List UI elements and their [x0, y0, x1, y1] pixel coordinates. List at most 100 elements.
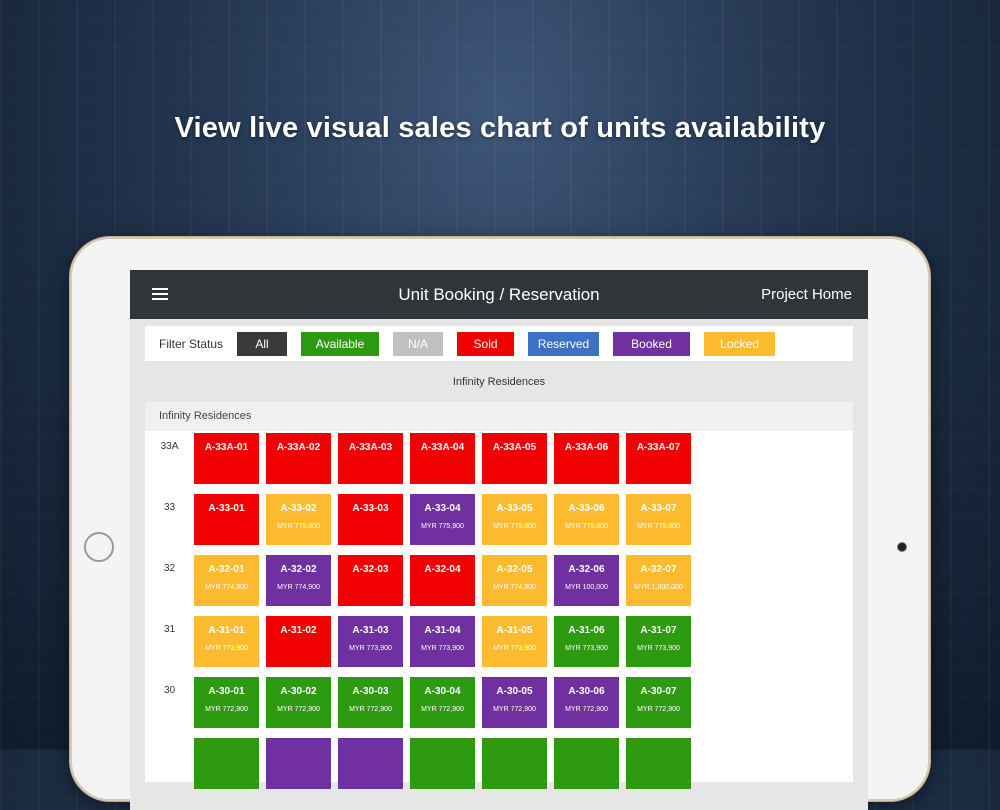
- unit-code: A-33A-06: [564, 442, 609, 453]
- unit-cell[interactable]: A-32-06 MYR 100,000: [554, 555, 619, 606]
- unit-code: A-30-03: [352, 686, 389, 697]
- unit-cell[interactable]: A-30-02 MYR 772,900: [266, 677, 331, 728]
- filter-chip-reserved[interactable]: Reserved: [528, 331, 600, 356]
- unit-cell[interactable]: A-30-05 MYR 772,900: [482, 677, 547, 728]
- unit-price: MYR 772,900: [205, 706, 248, 713]
- unit-cell[interactable]: A-33-03: [338, 494, 403, 545]
- unit-cell[interactable]: [338, 738, 403, 789]
- unit-cell[interactable]: A-32-02 MYR 774,900: [266, 555, 331, 606]
- unit-code: A-32-01: [208, 564, 245, 575]
- app-bar: Unit Booking / Reservation Project Home: [130, 270, 868, 319]
- unit-cell[interactable]: A-30-03 MYR 772,900: [338, 677, 403, 728]
- unit-cell[interactable]: A-33-05 MYR 775,900: [482, 494, 547, 545]
- unit-code: A-33A-01: [204, 442, 249, 453]
- unit-cell[interactable]: A-33A-07: [626, 433, 691, 484]
- unit-code: A-33-07: [640, 503, 677, 514]
- unit-cell[interactable]: A-33A-06: [554, 433, 619, 484]
- filter-status-label: Filter Status: [159, 336, 224, 351]
- unit-code: A-30-07: [640, 686, 677, 697]
- filter-chip-n-a[interactable]: N/A: [393, 331, 444, 356]
- floor-label: 30: [163, 685, 176, 696]
- filter-chip-all[interactable]: All: [237, 331, 288, 356]
- project-home-link[interactable]: Project Home: [761, 286, 852, 303]
- home-button[interactable]: [84, 532, 114, 562]
- unit-cell[interactable]: A-31-02: [266, 616, 331, 667]
- unit-code: A-33A-03: [348, 442, 393, 453]
- unit-code: A-32-03: [352, 564, 389, 575]
- unit-code: A-30-02: [280, 686, 317, 697]
- floor-row: 30 A-30-01 MYR 772,900 A-30-02 MYR 772,900 A-…: [145, 675, 853, 736]
- floor-label: 32: [163, 563, 176, 574]
- unit-price: MYR 775,900: [565, 523, 608, 530]
- unit-cell[interactable]: A-31-05 MYR 773,900: [482, 616, 547, 667]
- unit-code: A-33-05: [496, 503, 533, 514]
- unit-cell[interactable]: A-33A-05: [482, 433, 547, 484]
- unit-cell[interactable]: A-33A-02: [266, 433, 331, 484]
- filter-chip-booked[interactable]: Booked: [613, 331, 691, 356]
- unit-price: MYR 773,900: [493, 645, 536, 652]
- unit-code: A-32-04: [424, 564, 461, 575]
- app-screen: Unit Booking / Reservation Project Home …: [130, 270, 868, 810]
- unit-cell[interactable]: A-33A-01: [194, 433, 259, 484]
- unit-cell[interactable]: A-32-01 MYR 774,900: [194, 555, 259, 606]
- unit-cell[interactable]: A-30-01 MYR 772,900: [194, 677, 259, 728]
- unit-code: A-33-04: [424, 503, 461, 514]
- filter-chip-available[interactable]: Available: [301, 331, 380, 356]
- unit-price: MYR 775,900: [637, 523, 680, 530]
- unit-cell[interactable]: [194, 738, 259, 789]
- unit-cell[interactable]: A-33A-04: [410, 433, 475, 484]
- unit-cell[interactable]: [554, 738, 619, 789]
- unit-cell[interactable]: A-31-04 MYR 773,900: [410, 616, 475, 667]
- unit-cell[interactable]: A-33-07 MYR 775,900: [626, 494, 691, 545]
- unit-cell[interactable]: A-30-07 MYR 772,900: [626, 677, 691, 728]
- unit-cell[interactable]: A-33-04 MYR 775,900: [410, 494, 475, 545]
- unit-code: [266, 738, 331, 747]
- unit-cell[interactable]: A-31-01 MYR 773,900: [194, 616, 259, 667]
- unit-code: A-32-06: [568, 564, 605, 575]
- unit-cell[interactable]: A-32-05 MYR 774,900: [482, 555, 547, 606]
- unit-cell[interactable]: [482, 738, 547, 789]
- unit-cell[interactable]: A-33-06 MYR 775,900: [554, 494, 619, 545]
- floor-label: 31: [163, 624, 176, 635]
- unit-cell[interactable]: A-30-04 MYR 772,900: [410, 677, 475, 728]
- camera-icon: [898, 543, 906, 551]
- unit-code: A-30-01: [208, 686, 245, 697]
- unit-cell[interactable]: A-33-01: [194, 494, 259, 545]
- page-title: Unit Booking / Reservation: [398, 284, 600, 304]
- unit-code: A-30-05: [496, 686, 533, 697]
- floor-label: 33: [163, 502, 176, 513]
- unit-code: A-30-06: [568, 686, 605, 697]
- unit-code: A-33A-07: [636, 442, 681, 453]
- unit-cell[interactable]: [266, 738, 331, 789]
- unit-cell[interactable]: A-30-06 MYR 772,900: [554, 677, 619, 728]
- panel-title: Infinity Residences: [145, 402, 853, 431]
- unit-price: MYR 773,900: [637, 645, 680, 652]
- unit-code: [482, 738, 547, 747]
- unit-price: MYR 775,900: [493, 523, 536, 530]
- unit-price: MYR 773,900: [565, 645, 608, 652]
- unit-code: A-32-02: [280, 564, 317, 575]
- unit-price: MYR 775,900: [421, 523, 464, 530]
- unit-code: [554, 738, 619, 747]
- unit-cell[interactable]: A-32-04: [410, 555, 475, 606]
- unit-cell[interactable]: A-31-06 MYR 773,900: [554, 616, 619, 667]
- floor-row: 33A A-33A-01 A-33A-02 A-33A-03 A-33A-04 A-33A…: [145, 431, 853, 492]
- unit-price: MYR 774,900: [205, 584, 248, 591]
- unit-cell[interactable]: [410, 738, 475, 789]
- unit-code: A-33-03: [352, 503, 389, 514]
- unit-cell[interactable]: A-32-07 MYR 1,000,000: [626, 555, 691, 606]
- filter-chip-locked[interactable]: Locked: [704, 331, 776, 356]
- unit-cell[interactable]: A-31-07 MYR 773,900: [626, 616, 691, 667]
- unit-cell[interactable]: A-33-02 MYR 775,900: [266, 494, 331, 545]
- unit-code: A-33-02: [280, 503, 317, 514]
- unit-price: MYR 772,900: [349, 706, 392, 713]
- floor-row: 31 A-31-01 MYR 773,900 A-31-02 A-31-03 MYR 77…: [145, 614, 853, 675]
- unit-cell[interactable]: A-32-03: [338, 555, 403, 606]
- floor-row: [145, 736, 853, 797]
- filter-chip-sold[interactable]: Sold: [457, 331, 515, 356]
- unit-code: A-31-03: [352, 625, 389, 636]
- unit-price: MYR 1,000,000: [634, 584, 683, 591]
- unit-cell[interactable]: A-33A-03: [338, 433, 403, 484]
- unit-cell[interactable]: [626, 738, 691, 789]
- unit-cell[interactable]: A-31-03 MYR 773,900: [338, 616, 403, 667]
